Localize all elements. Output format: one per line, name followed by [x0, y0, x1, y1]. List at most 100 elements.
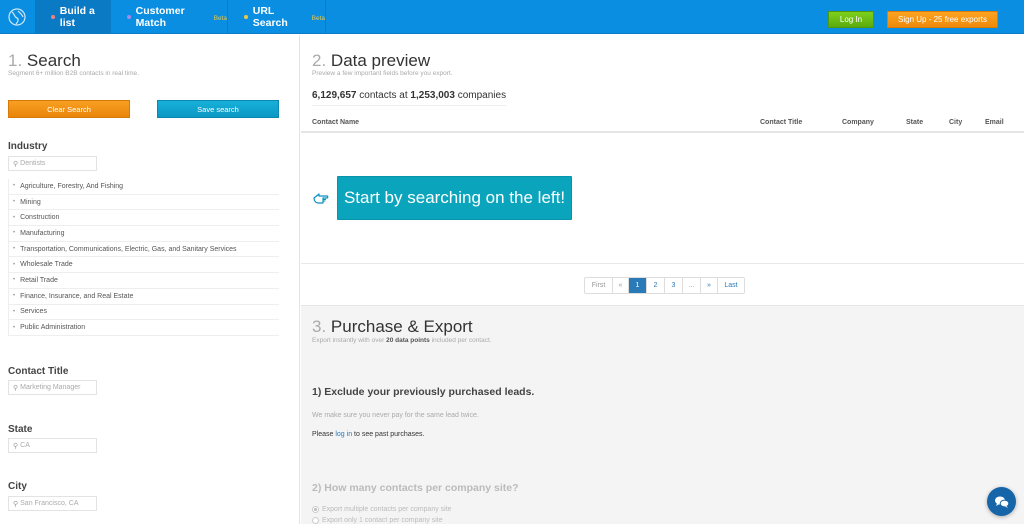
prompt-text: Please: [312, 431, 334, 438]
search-section-title: 1. Search: [8, 51, 81, 71]
search-subtitle: Segment 6+ million B2B contacts in real …: [8, 70, 139, 77]
nav-tab-build-a-list[interactable]: Build a list: [35, 0, 111, 34]
industry-item[interactable]: • Manufacturing: [9, 226, 279, 242]
industry-item[interactable]: • Mining: [9, 195, 279, 211]
industry-item[interactable]: • Public Administration: [9, 320, 279, 336]
bullet-icon: •: [13, 246, 16, 253]
purchase-subtitle: Export instantly with over 20 data point…: [312, 337, 492, 344]
page-3[interactable]: 3: [665, 278, 683, 293]
bullet-icon: •: [13, 308, 16, 315]
industry-item-label: Agriculture, Forestry, And Fishing: [20, 182, 124, 190]
industry-item-label: Wholesale Trade: [20, 261, 73, 269]
industry-item-label: Transportation, Communications, Electric…: [20, 245, 237, 253]
industry-item[interactable]: • Finance, Insurance, and Real Estate: [9, 289, 279, 305]
summary-text: companies: [457, 90, 507, 101]
search-panel: 1. Search Segment 6+ million B2B contact…: [0, 35, 300, 524]
section-number: 3.: [312, 317, 327, 336]
industry-item-label: Mining: [20, 198, 41, 206]
purchase-section: 3. Purchase & Export Export instantly wi…: [301, 305, 1024, 524]
industry-item[interactable]: • Wholesale Trade: [9, 257, 279, 274]
industry-item[interactable]: • Agriculture, Forestry, And Fishing: [9, 179, 279, 195]
chat-bubbles-icon[interactable]: [987, 487, 1016, 516]
page-prev[interactable]: «: [613, 278, 629, 293]
companies-count: 1,253,003: [410, 90, 455, 101]
pagination: First « 1 2 3 ... » Last: [584, 277, 745, 294]
city-label: City: [8, 481, 27, 492]
radio-option-single[interactable]: Export only 1 contact per company site: [312, 517, 443, 524]
tab-dot-icon: [127, 15, 131, 19]
tab-dot-icon: [51, 15, 55, 19]
bullet-icon: •: [13, 293, 16, 300]
industry-item[interactable]: • Construction: [9, 210, 279, 227]
preview-subtitle: Preview a few important fields before yo…: [312, 70, 453, 77]
bullet-icon: •: [13, 230, 16, 237]
radio-option-multiple[interactable]: Export multiple contacts per company sit…: [312, 506, 452, 513]
nav-tab-customer-match[interactable]: Customer Match Beta: [111, 0, 228, 34]
city-search-input[interactable]: ⚲ San Francisco, CA: [8, 496, 97, 511]
column-header-state: State: [906, 119, 924, 126]
preview-panel: 2. Data preview Preview a few important …: [301, 35, 1024, 524]
industry-search-input[interactable]: ⚲ Dentists: [8, 156, 97, 171]
column-header-city: City: [949, 119, 963, 126]
page-first[interactable]: First: [585, 278, 613, 293]
signup-button[interactable]: Sign Up - 25 free exports: [887, 11, 998, 28]
subtitle-bold: 20 data points: [386, 337, 430, 344]
contacts-count: 6,129,657: [312, 90, 357, 101]
industry-item[interactable]: • Retail Trade: [9, 273, 279, 289]
column-header-contact-name: Contact Name: [312, 119, 360, 126]
bullet-icon: •: [13, 261, 16, 268]
bullet-icon: •: [13, 214, 16, 221]
login-link[interactable]: log in: [335, 431, 352, 438]
column-header-email: Email: [985, 119, 1004, 126]
contact-title-label: Contact Title: [8, 366, 69, 377]
industry-label: Industry: [8, 141, 48, 152]
placeholder-text: Marketing Manager: [20, 384, 81, 391]
bullet-icon: •: [13, 324, 16, 331]
industry-item[interactable]: • Transportation, Communications, Electri…: [9, 242, 279, 258]
summary-text: contacts at: [359, 90, 408, 101]
state-label: State: [8, 424, 33, 435]
section-number: 1.: [8, 51, 23, 70]
industry-item-label: Construction: [20, 214, 60, 222]
start-searching-button[interactable]: Start by searching on the left!: [337, 176, 572, 220]
search-icon: ⚲: [13, 500, 19, 508]
step1-note: We make sure you never pay for the same …: [312, 412, 479, 419]
bullet-icon: •: [13, 277, 16, 284]
globe-logo-icon[interactable]: [0, 0, 34, 34]
section-title-text: Purchase & Export: [330, 317, 473, 336]
radio-button[interactable]: [312, 506, 319, 513]
placeholder-text: CA: [20, 442, 30, 449]
top-nav: Build a list Customer Match Beta URL Sea…: [0, 0, 1024, 34]
bullet-icon: •: [13, 199, 16, 206]
clear-search-button[interactable]: Clear Search: [8, 100, 130, 118]
contact-title-search-input[interactable]: ⚲ Marketing Manager: [8, 380, 97, 395]
tab-dot-icon: [244, 15, 248, 19]
step1-title: 1) Exclude your previously purchased lea…: [312, 386, 535, 398]
subtitle-text: included per contact.: [431, 337, 492, 344]
tab-label: Build a list: [59, 5, 95, 29]
industry-item-label: Manufacturing: [20, 229, 65, 237]
login-button[interactable]: Log In: [828, 11, 874, 28]
preview-table-header: Contact Name Contact Title Company State…: [301, 113, 1024, 133]
placeholder-text: Dentists: [20, 160, 46, 167]
section-number: 2.: [312, 51, 327, 70]
purchase-section-title: 3. Purchase & Export: [312, 317, 473, 337]
bullet-icon: •: [13, 183, 16, 190]
page-next[interactable]: »: [701, 278, 718, 293]
placeholder-text: San Francisco, CA: [20, 500, 79, 507]
industry-item[interactable]: • Services: [9, 305, 279, 321]
search-icon: ⚲: [13, 160, 19, 168]
page-last[interactable]: Last: [718, 278, 744, 293]
nav-tab-url-search[interactable]: URL Search Beta: [228, 0, 326, 34]
page-ellipsis[interactable]: ...: [683, 278, 701, 293]
column-header-company: Company: [842, 119, 874, 126]
column-header-contact-title: Contact Title: [760, 119, 803, 126]
page-1[interactable]: 1: [629, 278, 647, 293]
radio-button[interactable]: [312, 517, 319, 524]
state-search-input[interactable]: ⚲ CA: [8, 438, 97, 453]
page-2[interactable]: 2: [647, 278, 665, 293]
search-icon: ⚲: [13, 442, 19, 450]
save-search-button[interactable]: Save search: [157, 100, 279, 118]
search-icon: ⚲: [13, 384, 19, 392]
industry-item-label: Retail Trade: [20, 276, 58, 284]
